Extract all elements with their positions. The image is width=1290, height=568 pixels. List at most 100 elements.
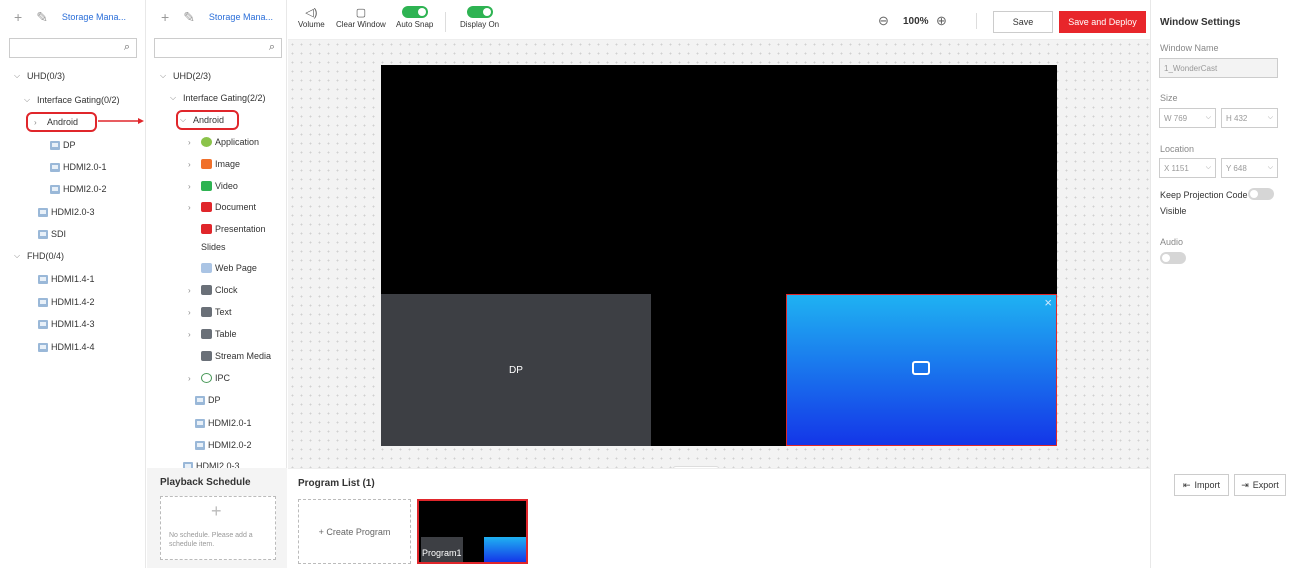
tree-item-table[interactable]: › Table — [188, 327, 237, 341]
add-icon[interactable]: + — [161, 9, 169, 25]
search-icon[interactable]: ⌕ — [269, 41, 275, 54]
chevron-right-icon[interactable]: › — [188, 182, 198, 191]
tree-item-dp[interactable]: DP — [195, 393, 221, 407]
export-button[interactable]: ⇥ Export — [1234, 474, 1286, 496]
tree-item-uhd[interactable]: ⌵ UHD(0/3) — [14, 69, 65, 83]
speaker-icon: ◁) — [305, 7, 318, 19]
toggle-on-icon[interactable] — [401, 6, 428, 19]
program-list-panel: Program List (1) + Create Program Progra… — [288, 468, 1150, 568]
tree-item-stream-media[interactable]: Stream Media — [201, 349, 271, 363]
zoom-in-icon[interactable]: ⊕ — [936, 13, 947, 29]
tree-item-hdmi2-0-1[interactable]: HDMI2.0-1 — [50, 160, 107, 174]
search-input[interactable]: ⌕ — [9, 38, 137, 58]
highlight-oval-android — [176, 110, 239, 130]
save-and-deploy-button[interactable]: Save and Deploy — [1059, 11, 1146, 33]
create-program-button[interactable]: + Create Program — [298, 499, 411, 564]
add-icon[interactable]: + — [211, 501, 222, 522]
tree-item-sdi[interactable]: SDI — [38, 227, 66, 241]
tree-item-clock[interactable]: › Clock — [188, 283, 238, 297]
chevron-down-icon[interactable]: ⌵ — [14, 251, 24, 261]
chevron-right-icon[interactable]: › — [188, 374, 198, 383]
audio-toggle[interactable] — [1160, 252, 1186, 264]
import-button[interactable]: ⇤ Import — [1174, 474, 1229, 496]
chevron-right-icon[interactable]: › — [188, 160, 198, 169]
window-wondercast[interactable]: × — [786, 294, 1057, 446]
tree-item-interface-gating[interactable]: ⌵ Interface Gating(2/2) — [170, 91, 266, 105]
tree-item-hdmi1-4-1[interactable]: HDMI1.4-1 — [38, 272, 95, 286]
chevron-right-icon[interactable]: › — [188, 286, 198, 295]
tree-item-hdmi2-0-2[interactable]: HDMI2.0-2 — [195, 438, 252, 452]
y-field[interactable]: Y 648 ⌵ — [1221, 158, 1278, 178]
chevron-down-icon[interactable]: ⌵ — [1268, 114, 1273, 122]
auto-snap-toggle[interactable]: Auto Snap — [396, 6, 433, 29]
window-name-field[interactable]: 1_WonderCast — [1159, 58, 1278, 78]
tree-item-hdmi1-4-2[interactable]: HDMI1.4-2 — [38, 295, 95, 309]
chevron-right-icon[interactable]: › — [188, 138, 198, 147]
search-icon[interactable]: ⌕ — [124, 41, 130, 54]
save-button[interactable]: Save — [993, 11, 1053, 33]
chevron-down-icon[interactable]: ⌵ — [1268, 164, 1273, 172]
tree-item-text[interactable]: › Text — [188, 305, 232, 319]
toggle-on-icon[interactable] — [466, 6, 493, 19]
input-source-icon — [50, 184, 60, 194]
display-on-toggle[interactable]: Display On — [460, 6, 499, 29]
tree-item-image[interactable]: › Image — [188, 157, 240, 171]
add-schedule-box[interactable]: + No schedule. Please add a schedule ite… — [160, 496, 276, 560]
stream-media-icon — [201, 351, 212, 361]
volume-button[interactable]: ◁) Volume — [298, 6, 325, 29]
tree-item-web-page[interactable]: Web Page — [201, 261, 257, 275]
add-icon[interactable]: + — [14, 9, 22, 25]
width-field[interactable]: W 769 ⌵ — [1159, 108, 1216, 128]
chevron-right-icon[interactable]: › — [188, 330, 198, 339]
window-settings-panel: Window Settings Window Name 1_WonderCast… — [1150, 0, 1290, 568]
chevron-right-icon[interactable]: › — [188, 308, 198, 317]
export-icon: ⇥ — [1241, 479, 1249, 490]
size-label: Size — [1160, 93, 1178, 103]
edit-icon[interactable]: ✎ — [36, 9, 48, 26]
storage-management-link[interactable]: Storage Mana... — [209, 12, 273, 22]
tree-item-application[interactable]: › Application — [188, 135, 259, 149]
import-icon: ⇤ — [1182, 479, 1191, 490]
program-thumbnail[interactable]: Program1 — [417, 499, 528, 564]
program-name: Program1 — [422, 548, 462, 558]
chevron-down-icon[interactable]: ⌵ — [1206, 164, 1211, 172]
search-input[interactable]: ⌕ — [154, 38, 282, 58]
storage-management-link[interactable]: Storage Mana... — [62, 12, 126, 22]
window-dp[interactable]: DP — [381, 294, 651, 446]
edit-icon[interactable]: ✎ — [183, 9, 195, 26]
text-icon — [201, 307, 212, 317]
keep-projection-toggle[interactable] — [1248, 188, 1274, 200]
tree-item-uhd[interactable]: ⌵ UHD(2/3) — [160, 69, 211, 83]
clear-window-button[interactable]: ▢ Clear Window — [336, 6, 386, 29]
left-resource-panel: + ✎ Storage Mana... ⌕ ⌵ UHD(0/3) ⌵ Interfa… — [0, 0, 146, 568]
chevron-down-icon[interactable]: ⌵ — [170, 93, 180, 103]
tree-item-hdmi2-0-1[interactable]: HDMI2.0-1 — [195, 416, 252, 430]
thumb-blue-window — [484, 537, 526, 562]
empty-schedule-text: No schedule. Please add a schedule item. — [169, 532, 253, 548]
chevron-right-icon[interactable]: › — [188, 203, 198, 212]
ipc-camera-icon — [201, 373, 212, 383]
chevron-down-icon[interactable]: ⌵ — [160, 71, 170, 81]
close-icon[interactable]: × — [1044, 295, 1052, 310]
program-list-title: Program List (1) — [298, 478, 375, 489]
tree-item-interface-gating[interactable]: ⌵ Interface Gating(0/2) — [24, 93, 120, 107]
height-field[interactable]: H 432 ⌵ — [1221, 108, 1278, 128]
tree-item-hdmi1-4-4[interactable]: HDMI1.4-4 — [38, 340, 95, 354]
tree-item-hdmi1-4-3[interactable]: HDMI1.4-3 — [38, 317, 95, 331]
canvas-toolbar: ◁) Volume ▢ Clear Window Auto Snap Display… — [288, 0, 1150, 40]
tree-item-ipc[interactable]: › IPC — [188, 371, 230, 385]
chevron-down-icon[interactable]: ⌵ — [14, 71, 24, 81]
tree-item-hdmi2-0-3[interactable]: HDMI2.0-3 — [38, 205, 95, 219]
chevron-down-icon[interactable]: ⌵ — [1206, 114, 1211, 122]
web-page-icon — [201, 263, 212, 273]
tree-item-document[interactable]: › Document — [188, 200, 256, 214]
x-field[interactable]: X 1151 ⌵ — [1159, 158, 1216, 178]
zoom-out-icon[interactable]: ⊖ — [878, 13, 889, 29]
tree-item-hdmi2-0-2[interactable]: HDMI2.0-2 — [50, 182, 107, 196]
tree-item-dp[interactable]: DP — [50, 138, 76, 152]
tree-item-video[interactable]: › Video — [188, 179, 238, 193]
chevron-down-icon[interactable]: ⌵ — [24, 95, 34, 105]
arrow-annotation-icon — [98, 118, 144, 124]
tree-item-presentation-slides[interactable]: Presentation — [201, 222, 266, 236]
tree-item-fhd[interactable]: ⌵ FHD(0/4) — [14, 249, 64, 263]
